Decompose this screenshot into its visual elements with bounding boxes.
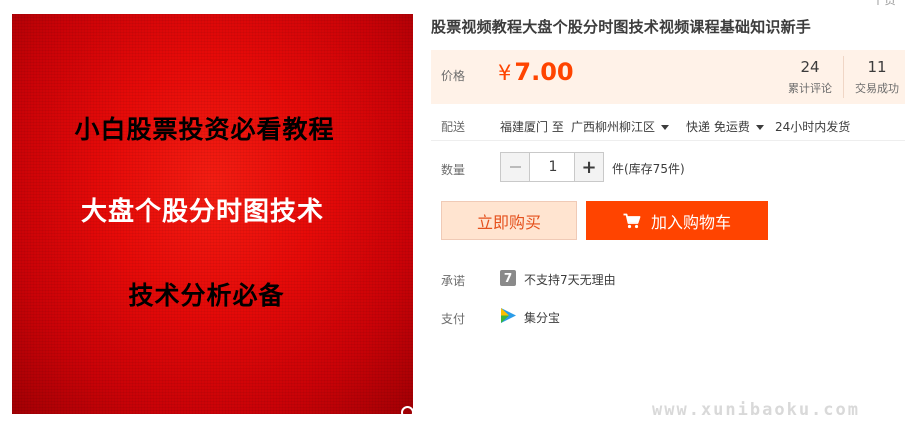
product-image[interactable]: 小白股票投资必看教程 大盘个股分时图技术 技术分析必备 xyxy=(12,14,413,414)
divider xyxy=(431,140,905,141)
stock-info: 件(库存75件) xyxy=(612,162,685,176)
product-title: 股票视频教程大盘个股分时图技术视频课程基础知识新手 xyxy=(431,18,812,36)
deals-label: 交易成功 xyxy=(855,82,899,95)
price-label: 价格 xyxy=(441,69,466,83)
watermark: www.xunibaoku.com xyxy=(652,400,860,420)
minus-icon xyxy=(509,166,521,168)
cart-icon xyxy=(623,213,641,228)
currency-symbol: ¥ xyxy=(498,61,512,85)
image-text-line-3: 技术分析必备 xyxy=(128,281,285,310)
image-text-line-1: 小白股票投资必看教程 xyxy=(74,115,335,144)
shipping-method: 快递 免运费 xyxy=(686,120,750,134)
deals-count: 11 xyxy=(867,58,887,76)
stat-divider xyxy=(843,56,844,98)
reviews-count: 24 xyxy=(800,58,820,76)
shipping-label: 配送 xyxy=(441,120,466,134)
promise-label: 承诺 xyxy=(441,274,466,288)
quantity-stepper: 1 + xyxy=(500,152,604,182)
add-to-cart-button[interactable]: 加入购物车 xyxy=(586,201,768,240)
quantity-label: 数量 xyxy=(441,163,466,177)
buy-now-label: 立即购买 xyxy=(476,212,541,232)
dispatch-time: 24小时内发货 xyxy=(775,120,851,134)
price-amount: 7.00 xyxy=(514,58,574,86)
reviews-label: 累计评论 xyxy=(788,82,832,95)
chevron-down-icon xyxy=(755,125,764,130)
quantity-decrease-button[interactable] xyxy=(501,153,530,181)
quantity-increase-button[interactable]: + xyxy=(574,153,603,181)
quantity-input[interactable]: 1 xyxy=(530,153,576,181)
shipping-from: 福建厦门 至 xyxy=(500,120,564,134)
seven-day-return-icon: 7 xyxy=(500,270,516,286)
chevron-down-icon xyxy=(661,125,670,130)
payment-label: 支付 xyxy=(441,312,466,326)
plus-icon: + xyxy=(581,156,597,178)
image-text-line-2: 大盘个股分时图技术 xyxy=(80,197,324,227)
reviews-stat[interactable]: 24 累计评论 xyxy=(781,58,839,96)
price-value: ¥7.00 xyxy=(498,58,574,86)
jifenbao-icon xyxy=(501,308,516,323)
shipping-method-select[interactable]: 快递 免运费 xyxy=(686,118,764,135)
payment-method: 集分宝 xyxy=(524,311,561,325)
promise-text[interactable]: 不支持7天无理由 xyxy=(524,271,616,288)
top-fragment-text: 个赞 xyxy=(872,0,897,7)
price-panel: 价格 ¥7.00 24 累计评论 11 交易成功 xyxy=(431,50,905,104)
search-icon[interactable] xyxy=(400,405,413,414)
shipping-destination: 广西柳州柳江区 xyxy=(571,120,656,134)
deals-stat: 11 交易成功 xyxy=(849,58,905,96)
buy-now-button[interactable]: 立即购买 xyxy=(441,201,577,240)
shipping-destination-select[interactable]: 广西柳州柳江区 xyxy=(571,118,670,135)
add-to-cart-label: 加入购物车 xyxy=(650,212,731,232)
